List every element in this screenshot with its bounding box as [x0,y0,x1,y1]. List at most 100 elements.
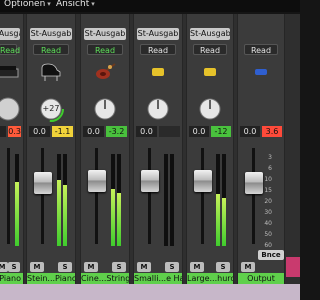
channel-strip-piano: -Ausgab Read 0.3 M S Piano [0,14,24,284]
solo-button[interactable]: S [8,262,20,272]
peak-value: 0.3 [8,126,21,137]
solo-button[interactable]: S [216,262,230,272]
track-name[interactable]: Stein...Piano [27,273,75,284]
volume-value[interactable]: 0.0 [29,126,50,137]
channel-strip-large-church: St-Ausgab Read 0.0 -12 M S Large...hurch [186,14,234,284]
volume-fader[interactable] [27,142,75,250]
track-name[interactable]: Output [238,273,284,284]
output-button[interactable]: -Ausgab [0,28,20,40]
output-button[interactable]: St-Ausgab [190,28,230,40]
volume-value[interactable]: 0.0 [83,126,104,137]
scale-tick: 6 [268,165,272,172]
fader-handle[interactable] [34,172,52,194]
level-meter [111,154,115,246]
scale-tick: 20 [264,198,272,205]
solo-button[interactable]: S [112,262,126,272]
level-meter [63,154,67,246]
channel-strip-small-hall: St-Ausgab Read 0.0 M S Smalli...e Hall [133,14,183,284]
volume-fader[interactable] [187,142,233,250]
level-meter [216,154,220,246]
window-bottom-edge [0,284,300,300]
grand-piano-icon [37,60,65,84]
scale-tick: 15 [264,187,272,194]
fader-handle[interactable] [194,170,212,192]
db-scale: 3 6 10 15 20 30 40 50 60 [258,154,272,254]
pan-knob[interactable] [92,96,118,122]
mute-button[interactable]: M [190,262,204,272]
pan-value: +27 [42,104,60,113]
output-icon [247,60,275,84]
automation-button[interactable]: Read [244,44,278,55]
pan-knob[interactable] [145,96,171,122]
mute-button[interactable]: M [241,262,255,272]
automation-button[interactable]: Read [140,44,176,55]
track-name[interactable]: Smalli...e Hall [134,273,182,284]
menu-optionen-label: Optionen [4,0,46,9]
fader-track [148,148,151,244]
menu-ansicht[interactable]: Ansicht ▾ [56,0,95,9]
aux-icon [144,60,172,84]
menu-ansicht-label: Ansicht [56,0,90,9]
channel-strip-stein-piano: St-Ausgab Read +27 0.0 -1.1 M S Stein...… [26,14,76,284]
piano-icon [0,60,22,84]
solo-button[interactable]: S [58,262,72,272]
output-button[interactable]: St-Ausgab [137,28,179,40]
output-button[interactable]: St-Ausgab [30,28,72,40]
peak-value [159,126,180,137]
automation-button[interactable]: Read [193,44,227,55]
scale-tick: 30 [264,209,272,216]
menu-optionen[interactable]: Optionen ▾ [4,0,51,9]
scale-tick: 50 [264,231,272,238]
scale-tick: 10 [264,176,272,183]
level-meter [15,154,19,246]
scale-tick: 60 [264,242,272,249]
solo-button[interactable]: S [165,262,179,272]
track-name[interactable]: Cine...Strings [81,273,129,284]
peak-value: -1.1 [52,126,73,137]
mute-button[interactable]: M [30,262,44,272]
automation-button[interactable]: Read [33,44,69,55]
mute-button[interactable]: M [84,262,98,272]
level-meter [164,154,168,246]
volume-value[interactable]: 0.0 [240,126,260,137]
chevron-down-icon: ▾ [91,0,95,8]
track-name[interactable]: Piano [0,273,23,284]
channel-strip-cine-strings: St-Ausgab Read 0.0 -3.2 M S Cine...Strin… [80,14,130,284]
menu-bar: Optionen ▾ Ansicht ▾ [0,0,300,12]
pan-knob[interactable] [197,96,223,122]
volume-value[interactable]: 0.0 [136,126,157,137]
peak-value: -12 [211,126,231,137]
fader-handle[interactable] [141,170,159,192]
chevron-down-icon: ▾ [47,0,51,8]
bounce-button[interactable]: Bnce [258,250,284,260]
aux-icon [196,60,224,84]
volume-value[interactable]: 0.0 [189,126,209,137]
pan-knob[interactable] [0,96,21,122]
track-color-strip [286,257,300,277]
scale-tick: 3 [268,154,272,161]
fader-track [95,148,98,244]
level-meter [170,154,174,246]
mute-button[interactable]: M [137,262,151,272]
volume-fader[interactable] [81,142,129,250]
automation-button[interactable]: Read [0,44,20,55]
output-button[interactable]: St-Ausgab [84,28,126,40]
fader-track [7,148,10,244]
level-meter [117,154,121,246]
peak-value: 3.6 [262,126,282,137]
fader-handle[interactable] [88,170,106,192]
violin-icon [91,60,119,84]
level-meter [222,154,226,246]
scale-tick: 40 [264,220,272,227]
peak-value: -3.2 [106,126,127,137]
track-name[interactable]: Large...hurch [187,273,233,284]
pan-knob[interactable]: +27 [38,96,64,122]
volume-fader[interactable] [0,142,23,250]
fader-track [252,148,255,244]
mute-button[interactable]: M [0,262,8,272]
mixer: -Ausgab Read 0.3 M S Piano St-Ausgab Rea… [0,14,300,284]
fader-track [41,148,44,244]
automation-button[interactable]: Read [87,44,123,55]
volume-fader[interactable] [134,142,182,250]
volume-value[interactable] [0,126,7,137]
